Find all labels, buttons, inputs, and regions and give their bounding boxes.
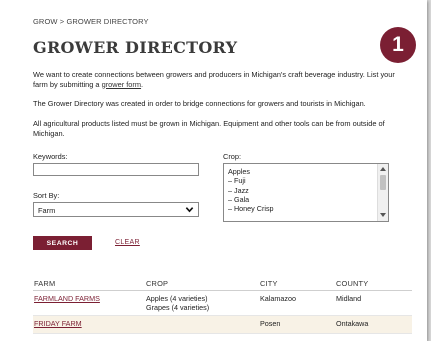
crop-multiselect[interactable]: Apples – Fuji – Jazz – Gala – Honey Cris… — [223, 163, 389, 222]
sort-by-label: Sort By: — [33, 191, 60, 200]
header-city: CITY — [260, 279, 278, 288]
farm-link[interactable]: FRIDAY FARM — [34, 319, 82, 328]
browser-page: GROW > GROWER DIRECTORY GROWER DIRECTORY… — [0, 0, 427, 341]
crop-scrollbar[interactable] — [377, 164, 388, 221]
breadcrumb: GROW > GROWER DIRECTORY — [33, 17, 149, 26]
header-county: COUNTY — [336, 279, 369, 288]
sort-by-select[interactable]: Farm — [33, 202, 199, 217]
breadcrumb-home[interactable]: GROW — [33, 17, 58, 26]
crop-cell: Apples (4 varieties) Grapes (4 varieties… — [146, 294, 210, 312]
header-crop: CROP — [146, 279, 169, 288]
intro-paragraph-2: The Grower Directory was created in orde… — [33, 99, 366, 108]
crop-label: Crop: — [223, 152, 242, 161]
city-cell: Kalamazoo — [260, 294, 296, 303]
farm-link[interactable]: FARMLAND FARMS — [34, 294, 100, 303]
results-table: FARM CROP CITY COUNTY FARMLAND FARMS App… — [33, 276, 412, 341]
scroll-up-icon[interactable] — [380, 167, 386, 171]
keywords-input[interactable] — [33, 163, 199, 176]
crop-option[interactable]: Apples — [228, 167, 388, 176]
step-number-badge: 1 — [380, 27, 416, 63]
keywords-label: Keywords: — [33, 152, 68, 161]
breadcrumb-current: GROWER DIRECTORY — [66, 17, 149, 26]
county-cell: Ontakawa — [336, 319, 369, 328]
scroll-down-icon[interactable] — [380, 213, 386, 217]
table-row: FARMLAND FARMS Apples (4 varieties) Grap… — [33, 291, 412, 316]
intro-paragraph-1: We want to create connections between gr… — [33, 70, 405, 89]
crop-option[interactable]: – Fuji — [228, 176, 388, 185]
crop-option[interactable]: – Gala — [228, 195, 388, 204]
intro-period: . — [141, 79, 144, 89]
scroll-thumb[interactable] — [380, 175, 386, 190]
chevron-down-icon — [185, 207, 194, 213]
sort-by-value: Farm — [38, 206, 56, 215]
crop-option[interactable]: – Jazz — [228, 186, 388, 195]
breadcrumb-separator: > — [59, 17, 65, 26]
city-cell: Posen — [260, 319, 281, 328]
intro-paragraph-3: All agricultural products listed must be… — [33, 119, 385, 138]
county-cell: Midland — [336, 294, 362, 303]
page-title: GROWER DIRECTORY — [33, 38, 238, 57]
search-button[interactable]: SEARCH — [33, 236, 92, 250]
grower-form-link[interactable]: grower form — [102, 80, 141, 89]
crop-option[interactable]: – Honey Crisp — [228, 204, 388, 213]
clear-link[interactable]: CLEAR — [115, 239, 140, 246]
table-row-partial — [33, 334, 412, 341]
crop-options: Apples – Fuji – Jazz – Gala – Honey Cris… — [224, 164, 388, 213]
header-farm: FARM — [34, 279, 56, 288]
results-header-row: FARM CROP CITY COUNTY — [33, 276, 412, 291]
intro-text: We want to create connections between gr… — [33, 70, 395, 89]
crop-line: Grapes (4 varieties) — [146, 302, 210, 312]
table-row: FRIDAY FARM Posen Ontakawa — [33, 316, 412, 334]
